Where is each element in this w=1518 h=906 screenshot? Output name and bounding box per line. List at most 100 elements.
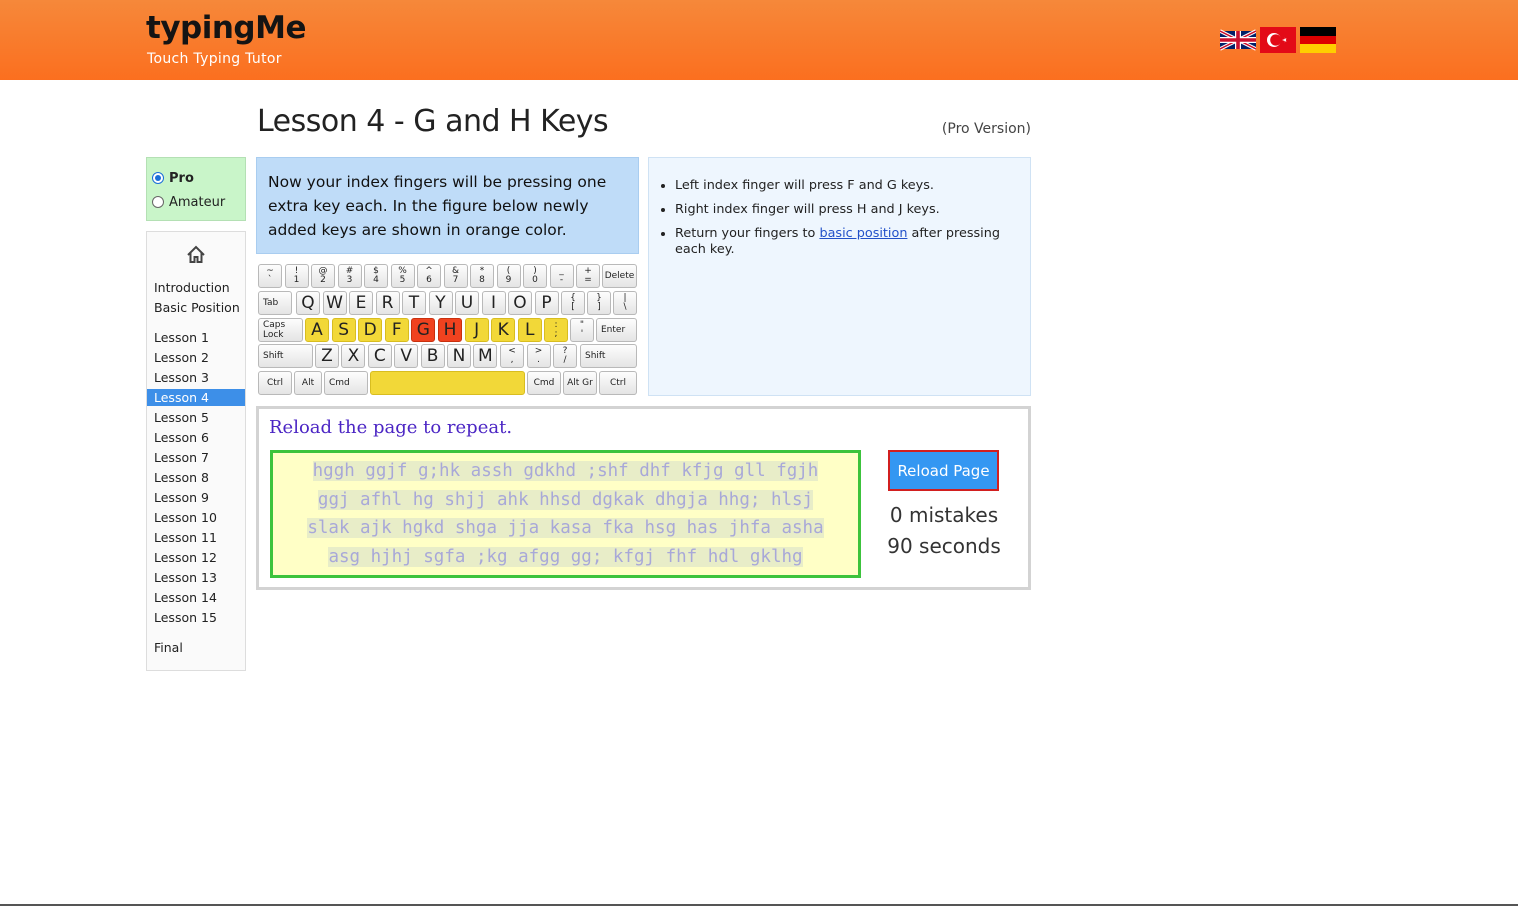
tagline: Touch Typing Tutor	[147, 51, 282, 67]
basic-position-link[interactable]: basic position	[819, 226, 907, 241]
key-o: O	[508, 291, 532, 315]
key-row1-4: $4	[364, 264, 388, 288]
key-j: J	[464, 318, 489, 342]
key-f: F	[384, 318, 409, 342]
key-space	[370, 371, 525, 395]
key-caps-lock: Caps Lock	[258, 318, 303, 342]
key-c: C	[367, 344, 392, 368]
mode-selector: Pro Amateur	[146, 157, 246, 221]
nav-lesson-1[interactable]: Lesson 1	[147, 329, 245, 346]
key-ctrl-right: Ctrl	[599, 371, 637, 395]
key-z: Z	[315, 344, 339, 368]
nav-lesson-5[interactable]: Lesson 5	[147, 409, 245, 426]
key-q: Q	[296, 291, 320, 315]
nav-basic-position[interactable]: Basic Position	[147, 299, 245, 316]
nav-lesson-6[interactable]: Lesson 6	[147, 429, 245, 446]
tips-box: Left index finger will press F and G key…	[648, 157, 1031, 396]
key-k: K	[491, 318, 516, 342]
mode-amateur-option[interactable]: Amateur	[152, 190, 240, 214]
key-row4-sym-2: ? /	[553, 344, 577, 368]
nav-introduction[interactable]: Introduction	[147, 279, 245, 296]
key-y: Y	[428, 291, 453, 315]
key-w: W	[322, 291, 347, 315]
key-quote: " '	[570, 318, 594, 342]
nav-lesson-3[interactable]: Lesson 3	[147, 369, 245, 386]
key-u: U	[455, 291, 479, 315]
version-note: (Pro Version)	[941, 121, 1031, 137]
mistakes-count: 0 mistakes	[889, 503, 999, 527]
nav-lesson-13[interactable]: Lesson 13	[147, 569, 245, 586]
key-row1-6: ^ 6	[417, 264, 441, 288]
practice-line-3: slak ajk hgkd shga jja kasa fka hsg has …	[307, 518, 824, 538]
radio-pro[interactable]	[152, 172, 164, 184]
key-b: B	[420, 344, 445, 368]
tip-left-finger: Left index finger will press F and G key…	[675, 178, 1020, 194]
mode-pro-label: Pro	[169, 170, 194, 186]
key-shift-right: Shift	[580, 344, 637, 368]
key-cmd-left: Cmd	[324, 371, 368, 395]
intro-text: Now your index fingers will be pressing …	[256, 157, 639, 254]
key-x: X	[341, 344, 366, 368]
key-tab: Tab	[258, 291, 292, 315]
reload-page-button[interactable]: Reload Page	[888, 450, 999, 491]
mode-pro-option[interactable]: Pro	[152, 166, 240, 190]
uk-flag-icon[interactable]	[1220, 27, 1256, 53]
nav-lesson-14[interactable]: Lesson 14	[147, 589, 245, 606]
nav-lesson-9[interactable]: Lesson 9	[147, 489, 245, 506]
practice-line-2: ggj afhl hg shjj ahk hhsd dgkak dhgja hh…	[317, 489, 814, 510]
tip-right-finger: Right index finger will press H and J ke…	[675, 202, 1020, 218]
key-row1-8: * 8	[470, 264, 494, 288]
nav-lesson-12[interactable]: Lesson 12	[147, 549, 245, 566]
practice-line-4: asg hjhj sgfa ;kg afgg gg; kfgj fhf hdl …	[328, 546, 803, 567]
mode-amateur-label: Amateur	[169, 194, 226, 210]
page-title: Lesson 4 - G and H Keys	[257, 104, 609, 139]
nav-lesson-15[interactable]: Lesson 15	[147, 609, 245, 626]
key-enter: Enter	[596, 318, 637, 342]
key-row1-2: @2	[311, 264, 335, 288]
radio-amateur[interactable]	[152, 196, 164, 208]
key-h: H	[438, 318, 462, 342]
reload-message: Reload the page to repeat.	[269, 417, 513, 438]
key-delete: Delete	[602, 264, 637, 288]
practice-panel: Reload the page to repeat. hggh ggjf g;h…	[256, 406, 1031, 590]
nav-lesson-10[interactable]: Lesson 10	[147, 509, 245, 526]
key-row1-10: ) 0	[523, 264, 547, 288]
nav-lesson-8[interactable]: Lesson 8	[147, 469, 245, 486]
key-row1-1: ! 1	[284, 264, 309, 288]
nav-final[interactable]: Final	[147, 639, 245, 656]
key-semicolon: :;	[544, 318, 568, 342]
key-s: S	[331, 318, 356, 342]
nav-lesson-11[interactable]: Lesson 11	[147, 529, 245, 546]
key-row1-0: ~ `	[258, 264, 282, 288]
key-shift-left: Shift	[258, 344, 313, 368]
seconds-remaining: 90 seconds	[887, 534, 1001, 558]
nav-lesson-4[interactable]: Lesson 4	[147, 389, 245, 406]
key-a: A	[305, 318, 329, 342]
key-n: N	[447, 344, 471, 368]
nav-lesson-2[interactable]: Lesson 2	[147, 349, 245, 366]
key-row2-sym-0: {[	[561, 291, 585, 315]
home-icon[interactable]	[185, 244, 207, 266]
logo[interactable]: typingMe	[146, 10, 306, 46]
key-cmd-right: Cmd	[527, 371, 561, 395]
key-i: I	[481, 291, 506, 315]
key-row1-7: & 7	[443, 264, 468, 288]
germany-flag-icon[interactable]	[1300, 27, 1336, 53]
tip-return: Return your fingers to basic position af…	[675, 226, 1020, 258]
keyboard-figure: ~ `! 1 @2 #3 $4% 5 ^ 6 & 7 * 8(9) 0 _ - + = Delete Tab Q W E R T…	[256, 262, 639, 396]
key-alt: Alt	[294, 371, 322, 395]
key-l: L	[517, 318, 542, 342]
language-flags	[1220, 27, 1336, 53]
turkey-flag-icon[interactable]	[1260, 27, 1296, 53]
key-p: P	[534, 291, 559, 315]
key-r: R	[375, 291, 400, 315]
key-ctrl-left: Ctrl	[258, 371, 292, 395]
key-row1-12: + =	[576, 264, 600, 288]
typing-area[interactable]: hggh ggjf g;hk assh gdkhd ;shf dhf kfjg …	[270, 450, 861, 578]
header: typingMe Touch Typing Tutor	[0, 0, 1518, 80]
nav-lesson-7[interactable]: Lesson 7	[147, 449, 245, 466]
key-row2-sym-2: | \	[613, 291, 637, 315]
key-t: T	[402, 291, 426, 315]
key-row1-5: % 5	[390, 264, 415, 288]
key-e: E	[349, 291, 373, 315]
